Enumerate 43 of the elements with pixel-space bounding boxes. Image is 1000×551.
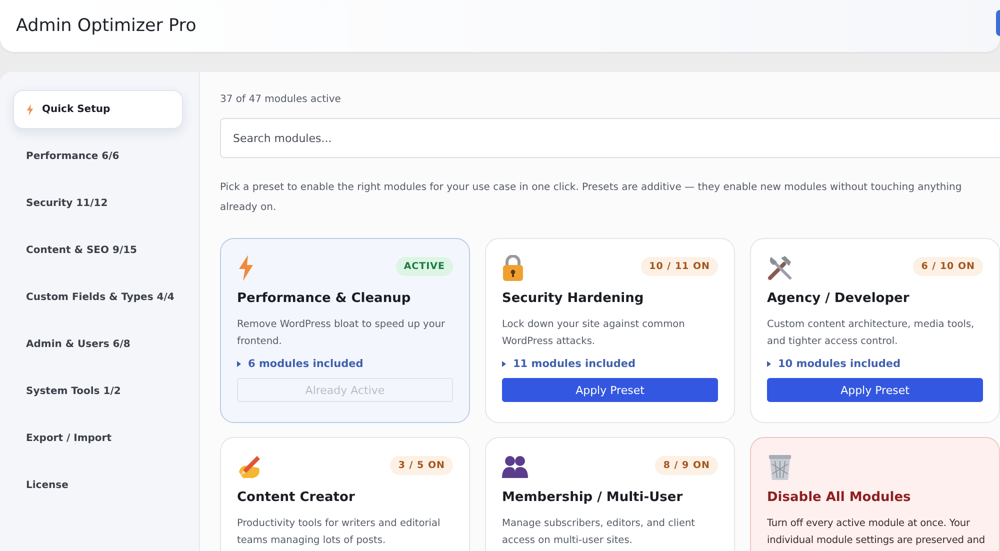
sidebar-item[interactable]: System Tools 1/2 xyxy=(13,372,183,411)
sidebar-item[interactable]: Admin & Users 6/8 xyxy=(13,325,183,364)
sidebar-item[interactable]: Custom Fields & Types 4/4 xyxy=(13,278,183,317)
sidebar-item[interactable]: License xyxy=(13,466,183,505)
card-description: Productivity tools for writers and editorial teams managing lots of posts. xyxy=(237,517,442,548)
sidebar-item[interactable]: Security 11/12 xyxy=(13,184,183,223)
apply-preset-button[interactable]: Apply Preset xyxy=(502,378,718,402)
sidebar-item[interactable]: Export / Import xyxy=(13,419,183,458)
sidebar-item[interactable]: Content & SEO 9/15 xyxy=(13,231,183,270)
status-badge: 6 / 10 ON xyxy=(913,257,983,276)
writing-hand-icon xyxy=(237,454,263,480)
status-badge: 8 / 9 ON xyxy=(655,456,718,475)
modules-toggle[interactable]: 11 modules included xyxy=(502,358,718,370)
status-badge: 3 / 5 ON xyxy=(390,456,453,475)
card-description: Manage subscribers, editors, and client access on multi-user sites. xyxy=(502,517,696,548)
modules-toggle[interactable]: 10 modules included xyxy=(767,358,983,370)
search-field[interactable]: Search modules... xyxy=(220,118,1000,158)
card-description: Turn off every active module at once. Your individual module settings are preserved and xyxy=(767,517,986,548)
status-badge: 10 / 11 ON xyxy=(641,257,718,276)
lightning-icon xyxy=(237,255,255,281)
lightning-icon xyxy=(26,104,34,116)
sidebar-item[interactable]: Quick Setup xyxy=(13,90,183,129)
modules-count: 37 of 47 modules active xyxy=(220,94,342,105)
users-icon xyxy=(502,454,528,478)
card-description: Remove WordPress bloat to speed up your frontend. xyxy=(237,318,446,349)
apply-preset-button[interactable]: Apply Preset xyxy=(767,378,983,402)
padlock-icon xyxy=(502,255,524,281)
card-title: Performance & Cleanup xyxy=(237,291,412,306)
card-description: Lock down your site against common WordPress attacks. xyxy=(502,318,686,349)
modules-toggle[interactable]: 6 modules included xyxy=(237,358,453,370)
card-description: Custom content architecture, media tools, and tighter access control. xyxy=(767,318,976,349)
card-title: Content Creator xyxy=(237,490,356,505)
card-title: Agency / Developer xyxy=(767,291,910,306)
sidebar-item[interactable]: Performance 6/6 xyxy=(13,137,183,176)
intro-text: Pick a preset to enable the right modules for your use case in one click. Presets are additive — they enable new modules without touching anything already on. xyxy=(220,181,963,215)
card-title: Security Hardening xyxy=(502,291,645,306)
status-badge: ACTIVE xyxy=(396,257,453,276)
app-title: Admin Optimizer Pro xyxy=(16,16,196,36)
card-title: Membership / Multi-User xyxy=(502,490,684,505)
trash-can-icon xyxy=(767,454,793,480)
sidebar-label: Quick Setup xyxy=(42,104,110,115)
tools-icon xyxy=(767,255,793,281)
card-title: Disable All Modules xyxy=(767,490,912,505)
